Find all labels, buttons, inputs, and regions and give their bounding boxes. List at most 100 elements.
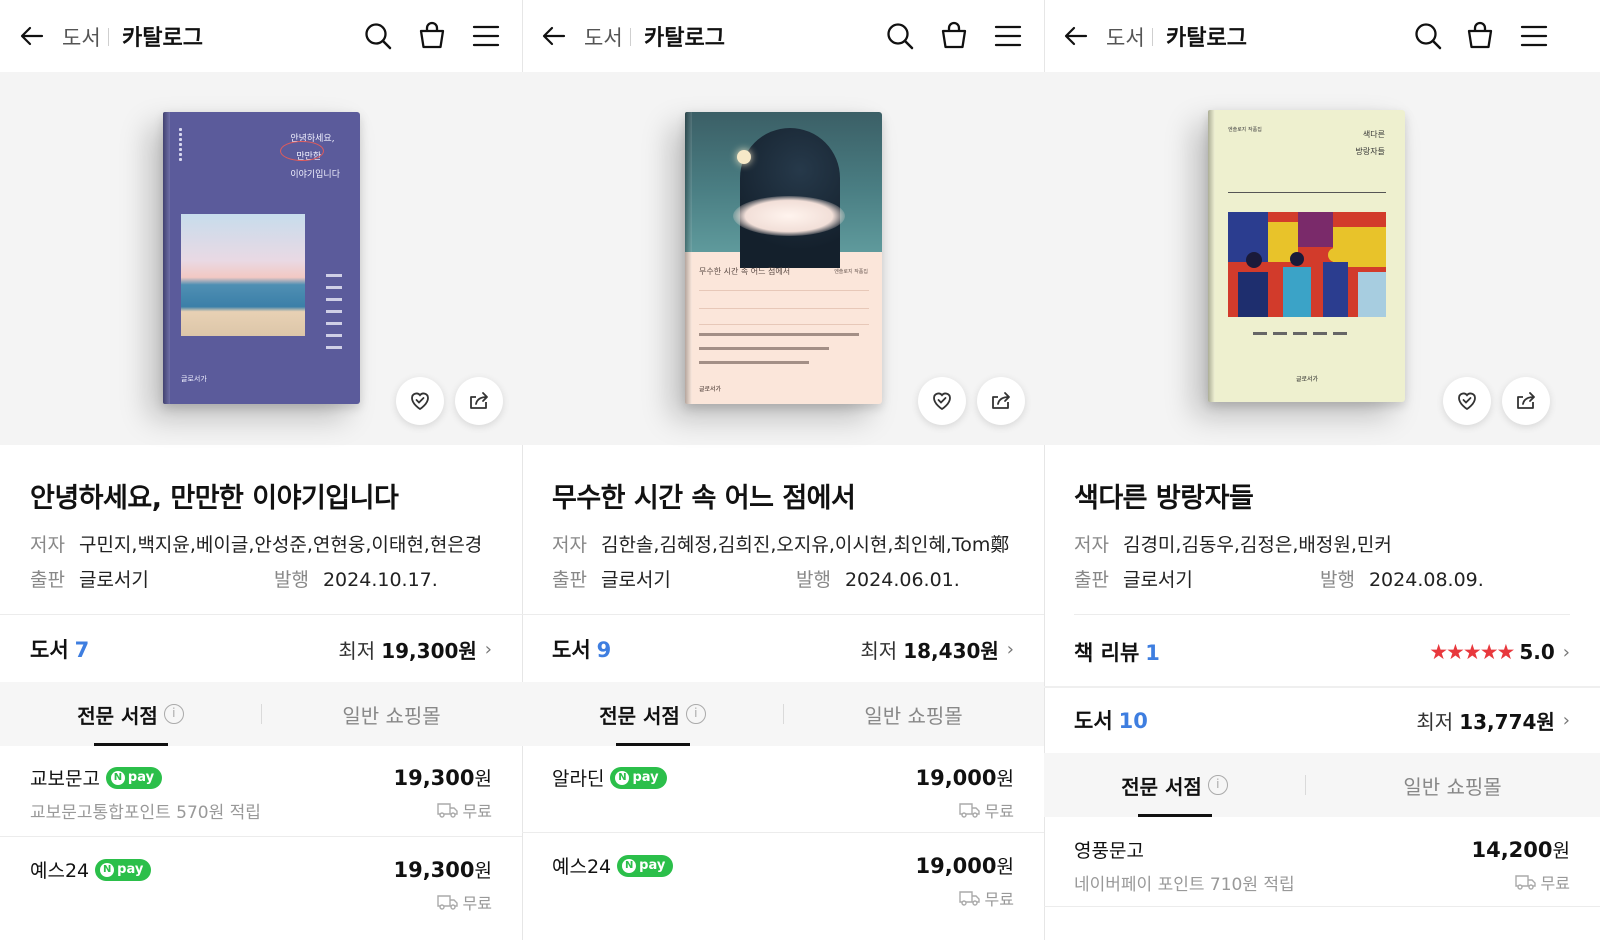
share-button[interactable] [455,377,503,425]
shopping-bag-icon[interactable] [416,20,448,52]
publish-date-row: 발행 2024.08.09. [1320,569,1484,591]
wishlist-button[interactable] [918,377,966,425]
publisher: 글로서기 [600,569,671,591]
catalog-panel-2: 도서 카탈로그 무수한 시간 속 어느 점에서 엔솔로지 작품집 글로서가 무수… [522,0,1044,940]
shopping-bag-icon[interactable] [938,20,970,52]
cover-publisher-logo: 글로서가 [181,375,207,383]
store-row-2[interactable]: 예스24 Npay 19,000원 무료 [552,834,1014,924]
cover-series: 엔솔로지 작품집 [1228,127,1262,133]
book-cover-image[interactable]: 엔솔로지 작품집 색다른 방랑자들 글로서가 [1208,110,1405,402]
books-price-row[interactable]: 도서 10 최저 13,774원 › [1074,700,1570,740]
cover-publisher-logo: 글로서가 [1296,376,1319,383]
cover-moon [737,150,751,164]
tab-general-malls[interactable]: 일반 쇼핑몰 [783,682,1044,746]
publish-date-row: 발행 2024.06.01. [796,569,960,591]
rating-value: 5.0 [1519,640,1555,664]
publish-date: 2024.08.09. [1368,569,1484,591]
header: 도서 카탈로그 [0,0,522,72]
store-price: 19,300원 [393,858,492,882]
cover-side-text [179,128,187,178]
tab-general-malls[interactable]: 일반 쇼핑몰 [261,682,522,746]
book-offer-count: 10 [1118,709,1148,733]
publisher: 글로서기 [1122,569,1193,591]
shipping-info: 무료 [436,798,492,822]
chevron-right-icon: › [1562,641,1570,663]
authors: 김경미,김동우,김정은,배정원,민커 [1122,534,1392,556]
truck-icon [436,895,458,910]
breadcrumb-books[interactable]: 도서 [1106,22,1145,52]
books-price-row[interactable]: 도서 7 최저 19,300원 › [30,629,492,669]
menu-icon[interactable] [470,20,502,52]
header: 도서 카탈로그 [522,0,1044,72]
shipping-info: 무료 [958,886,1014,910]
book-offer-count: 9 [596,638,612,662]
book-cover-image[interactable]: 안녕하세요, 만만한 이야기입니다 글로서가 [163,112,360,404]
wishlist-button[interactable] [1443,377,1491,425]
page-title: 카탈로그 [1166,26,1247,51]
truck-icon [436,803,458,818]
book-info: 무수한 시간 속 어느 점에서 [552,476,1014,515]
store-row-1[interactable]: 교보문고 Npay 교보문고통합포인트 570원 적립 19,300원 무료 [30,746,492,836]
review-count: 1 [1145,641,1160,665]
truck-icon [958,803,980,818]
book-offer-count: 7 [74,638,90,662]
shopping-bag-icon[interactable] [1464,20,1496,52]
book-cover-area: 무수한 시간 속 어느 점에서 엔솔로지 작품집 글로서가 [522,72,1044,445]
book-cover-image[interactable]: 무수한 시간 속 어느 점에서 엔솔로지 작품집 글로서가 [685,112,882,404]
tab-specialist-stores[interactable]: 전문 서점 i [1044,753,1305,817]
store-price: 19,000원 [915,854,1014,878]
books-price-row[interactable]: 도서 9 최저 18,430원 › [552,629,1014,669]
search-icon[interactable] [1412,20,1444,52]
tab-general-malls[interactable]: 일반 쇼핑몰 [1305,753,1600,817]
points-text: 네이버페이 포인트 710원 적립 [1074,875,1295,895]
heart-check-icon [411,392,429,411]
share-button[interactable] [1502,377,1550,425]
heart-check-icon [1458,392,1476,411]
publisher-row: 출판 글로서기 [30,569,149,591]
truck-icon [1514,875,1536,890]
lowest-price: 13,774원 [1459,709,1555,734]
store-name: 예스24 [552,856,612,878]
share-button[interactable] [977,377,1025,425]
breadcrumb-divider [630,28,631,46]
tab-specialist-stores[interactable]: 전문 서점 i [522,682,783,746]
cover-author-list [1253,332,1347,335]
breadcrumb-books[interactable]: 도서 [584,22,623,52]
share-icon [992,392,1010,409]
publish-date: 2024.06.01. [844,569,960,591]
book-info: 색다른 방랑자들 [1074,476,1570,515]
store-row-1[interactable]: 알라딘 Npay 19,000원 무료 [552,746,1014,836]
npay-badge: Npay [610,766,667,789]
catalog-panel-1: 도서 카탈로그 안녕하세요, 만만한 이야기입니다 글로서가 안녕하세요, 만만… [0,0,522,940]
chevron-right-icon: › [1562,709,1570,731]
tab-specialist-stores[interactable]: 전문 서점 i [0,682,261,746]
shipping-info: 무료 [958,798,1014,822]
author-row: 저자 김한솔,김혜정,김희진,오지유,이시현,최인혜,Tom鄭 [552,534,1010,556]
menu-icon[interactable] [1518,20,1550,52]
wishlist-button[interactable] [396,377,444,425]
shipping-info: 무료 [1514,870,1570,894]
store-row-2[interactable]: 예스24 Npay 19,300원 무료 [30,838,492,928]
store-tabs: 전문 서점 i 일반 쇼핑몰 [1044,753,1600,817]
review-row[interactable]: 책 리뷰 1 ★★★★★ 5.0 › [1074,632,1570,672]
lowest-price: 19,300원 [381,638,477,663]
store-row-1[interactable]: 영풍문고 네이버페이 포인트 710원 적립 14,200원 무료 [1074,818,1570,908]
store-price: 14,200원 [1471,838,1570,862]
publisher-row: 출판 글로서기 [1074,569,1193,591]
search-icon[interactable] [362,20,394,52]
menu-icon[interactable] [992,20,1024,52]
back-arrow-icon[interactable] [540,22,568,50]
breadcrumb-divider [1152,28,1153,46]
breadcrumb-books[interactable]: 도서 [62,22,101,52]
header: 도서 카탈로그 [1044,0,1600,72]
back-arrow-icon[interactable] [18,22,46,50]
info-icon: i [1207,775,1228,795]
npay-badge: Npay [95,858,152,881]
cover-title: 무수한 시간 속 어느 점에서 [699,267,791,276]
book-cover-area: 안녕하세요, 만만한 이야기입니다 글로서가 [0,72,522,445]
page-title: 카탈로그 [122,26,203,51]
back-arrow-icon[interactable] [1062,22,1090,50]
page-title: 카탈로그 [644,26,725,51]
search-icon[interactable] [884,20,916,52]
info-icon: i [685,704,706,724]
